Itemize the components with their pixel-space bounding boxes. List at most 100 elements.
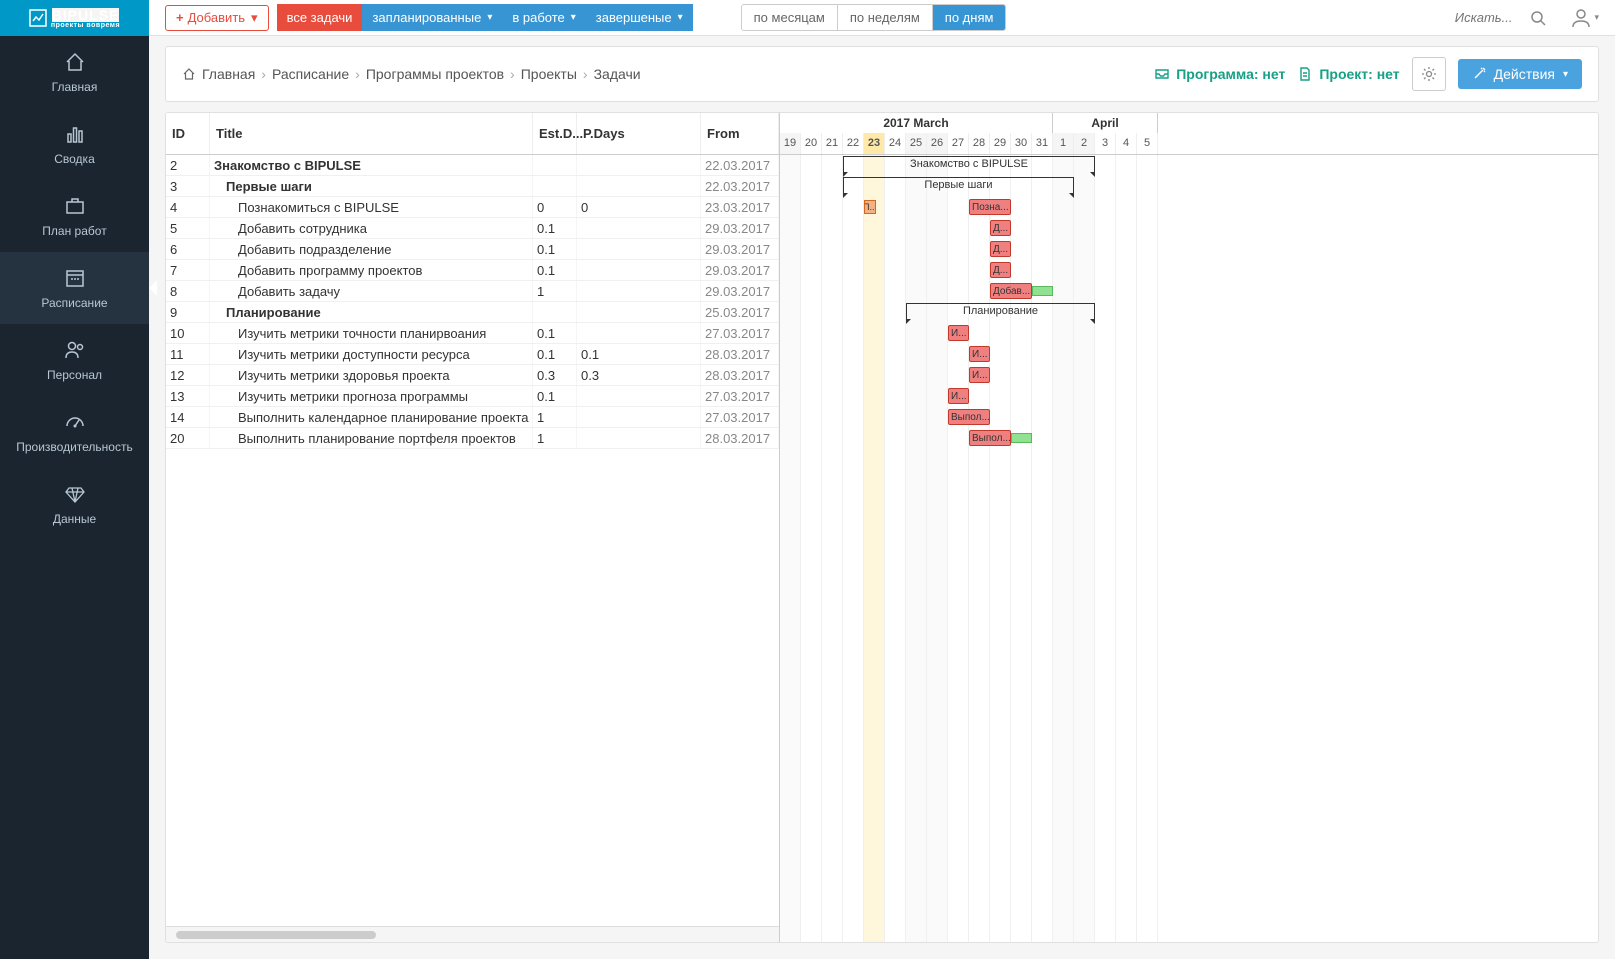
gantt-day: 29 <box>990 133 1011 154</box>
cell-id: 3 <box>166 176 210 196</box>
chart-icon <box>63 122 87 146</box>
breadcrumb-item[interactable]: Программы проектов <box>366 66 504 82</box>
view-button[interactable]: по неделям <box>838 5 933 30</box>
cell-id: 10 <box>166 323 210 343</box>
cell-from: 28.03.2017 <box>701 344 779 364</box>
gauge-icon <box>63 410 87 434</box>
gantt-group-bar[interactable]: Знакомство с BIPULSE <box>843 156 1095 174</box>
cell-est: 0.1 <box>533 218 577 238</box>
gantt-task-bar[interactable]: И... <box>948 325 969 341</box>
sidebar-item-briefcase[interactable]: План работ <box>0 180 149 252</box>
gantt-task-bar[interactable]: И... <box>948 388 969 404</box>
gantt-task-bar[interactable]: Д... <box>990 262 1011 278</box>
cell-from: 28.03.2017 <box>701 365 779 385</box>
cell-from: 29.03.2017 <box>701 239 779 259</box>
chevron-down-icon: ▾ <box>251 10 258 26</box>
search-icon[interactable] <box>1530 10 1546 26</box>
search-input[interactable] <box>1378 6 1518 29</box>
gantt-task-bar[interactable]: П... <box>864 200 876 214</box>
add-button[interactable]: + Добавить ▾ <box>165 5 269 31</box>
breadcrumb-item[interactable]: Задачи <box>594 66 641 82</box>
gantt-group-bar[interactable]: Первые шаги <box>843 177 1074 195</box>
col-est[interactable]: Est.D... <box>533 113 577 154</box>
table-row[interactable]: 8 Добавить задачу 1 29.03.2017 <box>166 281 779 302</box>
gantt-row: Д... <box>780 260 1598 281</box>
gantt-day: 4 <box>1116 133 1137 154</box>
gantt-task-bar[interactable]: Выпол... <box>948 409 990 425</box>
cell-id: 11 <box>166 344 210 364</box>
table-row[interactable]: 2 Знакомство с BIPULSE 22.03.2017 <box>166 155 779 176</box>
sidebar-item-label: План работ <box>42 224 106 238</box>
gantt-group-bar[interactable]: Планирование <box>906 303 1095 321</box>
table-row[interactable]: 14 Выполнить календарное планирование пр… <box>166 407 779 428</box>
settings-button[interactable] <box>1412 57 1446 91</box>
cell-from: 25.03.2017 <box>701 302 779 322</box>
view-button[interactable]: по месяцам <box>742 5 838 30</box>
table-row[interactable]: 7 Добавить программу проектов 0.1 29.03.… <box>166 260 779 281</box>
table-row[interactable]: 4 Познакомиться с BIPULSE 0 0 23.03.2017 <box>166 197 779 218</box>
gantt-body[interactable]: Знакомство с BIPULSE Первые шаги П... Позна… <box>780 155 1598 942</box>
table-body: 2 Знакомство с BIPULSE 22.03.2017 3 Перв… <box>166 155 779 926</box>
table-row[interactable]: 13 Изучить метрики прогноза программы 0.… <box>166 386 779 407</box>
sidebar-item-calendar[interactable]: Расписание <box>0 252 149 324</box>
table-row[interactable]: 5 Добавить сотрудника 0.1 29.03.2017 <box>166 218 779 239</box>
gantt-task-bar[interactable]: И... <box>969 346 990 362</box>
table-row[interactable]: 20 Выполнить планирование портфеля проек… <box>166 428 779 449</box>
cell-id: 4 <box>166 197 210 217</box>
filter-button[interactable]: все задачи <box>277 4 363 31</box>
cell-est <box>533 155 577 175</box>
gantt-task-bar[interactable]: И... <box>969 367 990 383</box>
document-icon <box>1297 66 1313 82</box>
col-title[interactable]: Title <box>210 113 533 154</box>
gantt-task-bar[interactable]: Д... <box>990 241 1011 257</box>
program-selector[interactable]: Программа: нет <box>1154 66 1285 82</box>
table-row[interactable]: 6 Добавить подразделение 0.1 29.03.2017 <box>166 239 779 260</box>
cell-title: Выполнить планирование портфеля проектов <box>210 428 533 448</box>
col-id[interactable]: ID <box>166 113 210 154</box>
sidebar-item-home[interactable]: Главная <box>0 36 149 108</box>
user-menu[interactable]: ▾ <box>1570 7 1599 29</box>
table-row[interactable]: 9 Планирование 25.03.2017 <box>166 302 779 323</box>
col-from[interactable]: From <box>701 113 779 154</box>
filter-label: все задачи <box>287 10 353 25</box>
table-row[interactable]: 12 Изучить метрики здоровья проекта 0.3 … <box>166 365 779 386</box>
gantt-task-bar[interactable]: Добав... <box>990 283 1032 299</box>
table-row[interactable]: 11 Изучить метрики доступности ресурса 0… <box>166 344 779 365</box>
sidebar-item-chart[interactable]: Сводка <box>0 108 149 180</box>
cell-est: 0.1 <box>533 239 577 259</box>
breadcrumb-item[interactable]: Расписание <box>272 66 349 82</box>
sidebar-item-diamond[interactable]: Данные <box>0 468 149 540</box>
cell-est: 0.1 <box>533 386 577 406</box>
view-button[interactable]: по дням <box>933 5 1006 30</box>
filter-label: в работе <box>512 10 564 25</box>
gantt-header: 2017 MarchApril 192021222324252627282930… <box>780 113 1598 155</box>
table-row[interactable]: 10 Изучить метрики точности планирвоания… <box>166 323 779 344</box>
plus-icon: + <box>176 10 184 25</box>
horizontal-scrollbar[interactable] <box>166 926 779 942</box>
breadcrumb-item[interactable]: Главная <box>202 66 255 82</box>
sidebar-item-gauge[interactable]: Производительность <box>0 396 149 468</box>
project-selector[interactable]: Проект: нет <box>1297 66 1399 82</box>
cell-pdays <box>577 176 701 196</box>
gantt-task-bar[interactable]: Выпол... <box>969 430 1011 446</box>
cell-est: 1 <box>533 281 577 301</box>
cell-from: 23.03.2017 <box>701 197 779 217</box>
cell-pdays <box>577 302 701 322</box>
table-panel: ID Title Est.D... P.Days From 2 Знакомст… <box>166 113 780 942</box>
filter-button[interactable]: завершеные▾ <box>586 4 693 31</box>
sidebar-item-users[interactable]: Персонал <box>0 324 149 396</box>
gantt-task-bar[interactable]: Позна... <box>969 199 1011 215</box>
cell-id: 8 <box>166 281 210 301</box>
gantt-day: 26 <box>927 133 948 154</box>
actions-button[interactable]: Действия ▾ <box>1458 59 1582 89</box>
table-row[interactable]: 3 Первые шаги 22.03.2017 <box>166 176 779 197</box>
filter-button[interactable]: запланированные▾ <box>362 4 502 31</box>
gantt-task-bar[interactable]: Д... <box>990 220 1011 236</box>
toolbar: Главная›Расписание›Программы проектов›Пр… <box>165 46 1599 102</box>
cell-id: 20 <box>166 428 210 448</box>
filter-button[interactable]: в работе▾ <box>502 4 585 31</box>
breadcrumb-item[interactable]: Проекты <box>521 66 577 82</box>
cell-from: 29.03.2017 <box>701 281 779 301</box>
logo[interactable]: BIPULSE проекты вовремя <box>0 0 149 36</box>
col-pdays[interactable]: P.Days <box>577 113 701 154</box>
